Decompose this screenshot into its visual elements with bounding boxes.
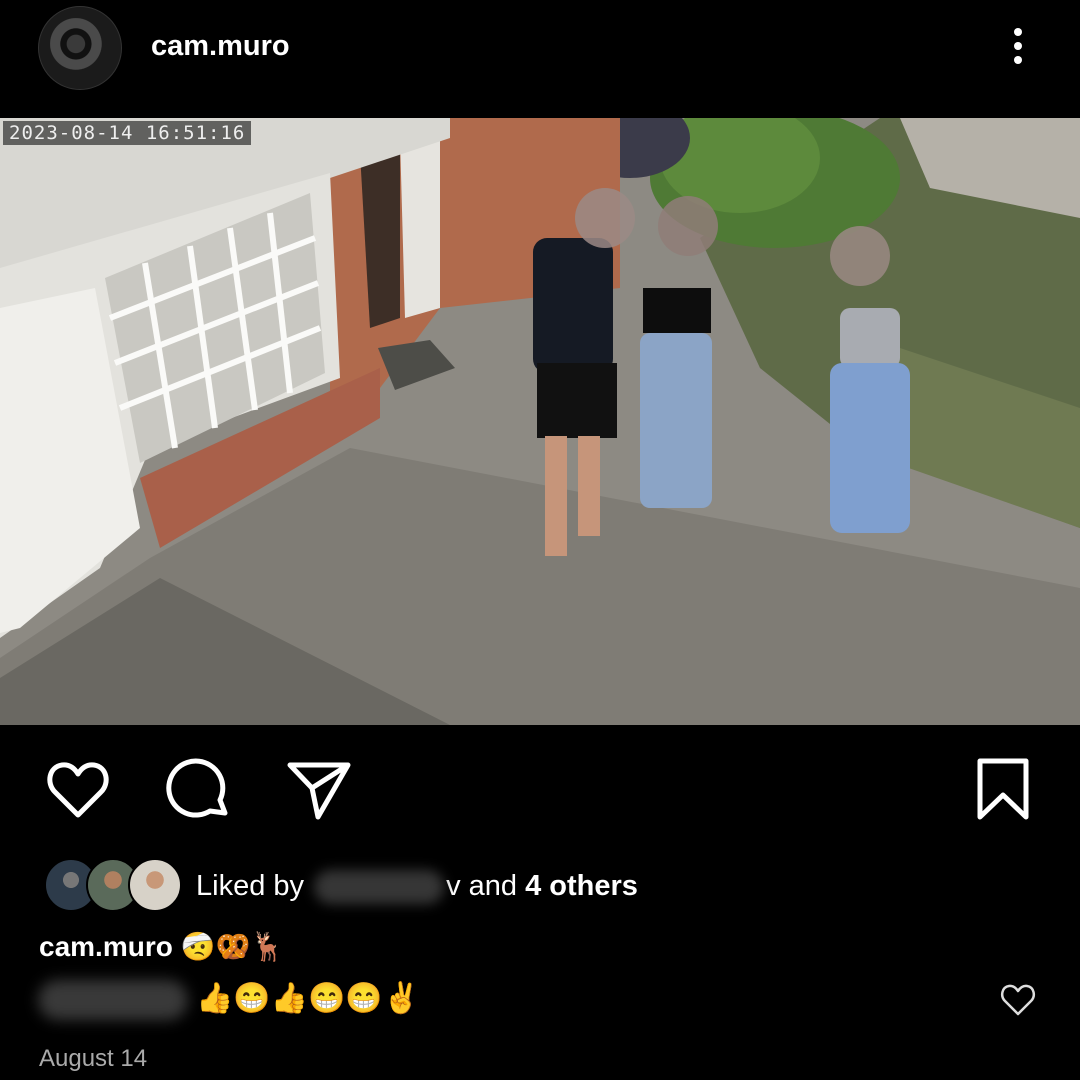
like-icon[interactable] <box>43 755 113 825</box>
comment-row: 👍😁👍😁😁✌️ <box>38 980 938 1030</box>
post-date: August 14 <box>39 1045 148 1072</box>
blurred-commenter[interactable] <box>38 980 188 1020</box>
liked-by-text[interactable]: Liked by v and 4 others <box>196 870 638 905</box>
comment-like-icon[interactable] <box>1000 983 1036 1017</box>
share-icon[interactable] <box>284 755 354 825</box>
comment-icon[interactable] <box>164 755 234 825</box>
liker-avatar[interactable] <box>128 858 182 912</box>
profile-avatar[interactable] <box>38 6 122 90</box>
liked-by-suffix: v and <box>446 870 518 902</box>
post-header: cam.muro <box>0 0 1080 118</box>
post-username[interactable]: cam.muro <box>151 30 290 63</box>
post-photo[interactable]: 2023-08-14 16:51:16 <box>0 118 1080 725</box>
camera-timestamp: 2023-08-14 16:51:16 <box>3 121 252 145</box>
blurred-username <box>314 870 445 905</box>
post-actions <box>0 755 1080 825</box>
caption-username[interactable]: cam.muro <box>39 931 173 962</box>
comment-text: 👍😁👍😁😁✌️ <box>196 981 421 1015</box>
security-camera-image <box>0 118 1080 725</box>
caption-text: 🤕🥨🦌 <box>180 931 286 962</box>
likes-row[interactable]: Liked by v and 4 others <box>44 858 844 912</box>
save-icon[interactable] <box>968 755 1038 825</box>
liked-by-prefix: Liked by <box>196 870 305 902</box>
more-options-icon[interactable] <box>1003 24 1033 74</box>
liked-by-others[interactable]: 4 others <box>525 870 638 902</box>
post-caption: cam.muro 🤕🥨🦌 <box>39 930 285 963</box>
